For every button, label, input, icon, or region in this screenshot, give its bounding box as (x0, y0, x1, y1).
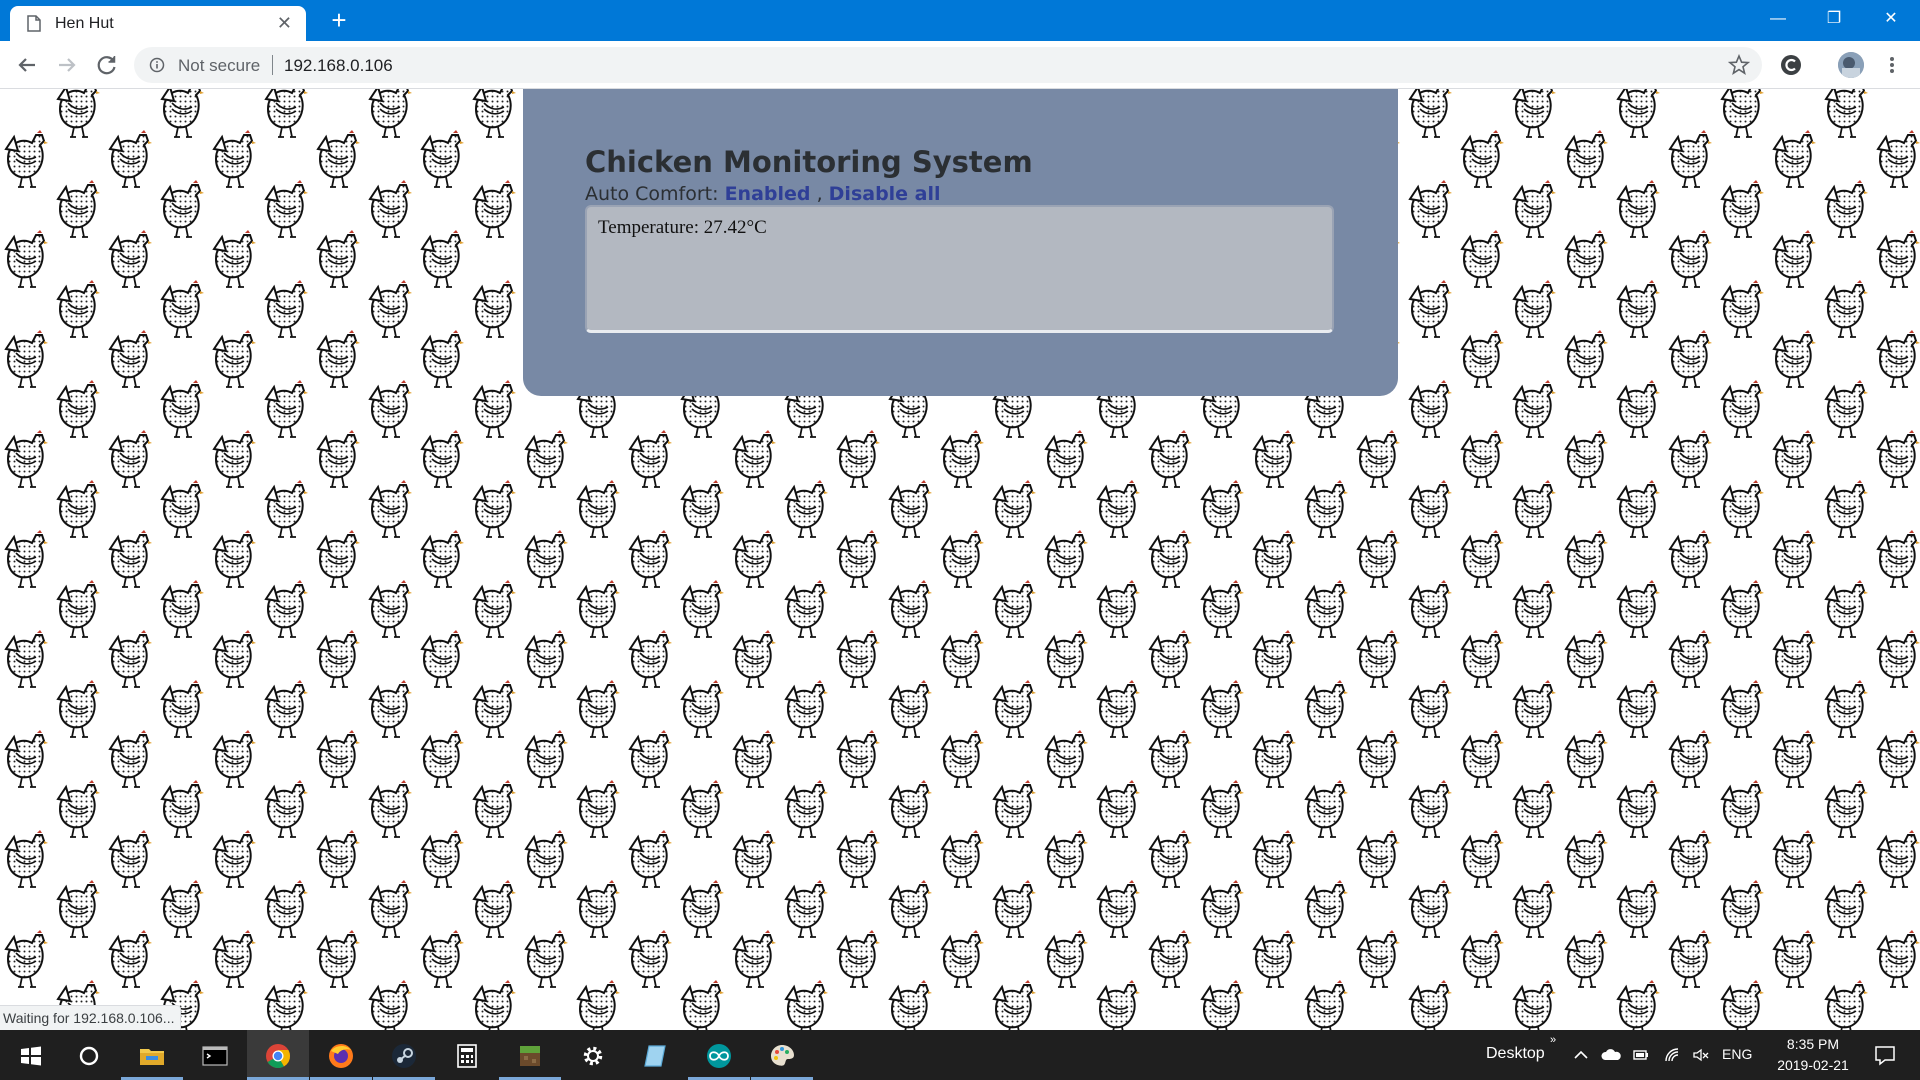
page-title: Chicken Monitoring System (585, 145, 1033, 179)
arduino-icon (707, 1044, 731, 1068)
monitoring-panel: Chicken Monitoring System Auto Comfort: … (523, 89, 1398, 396)
start-button[interactable] (0, 1030, 62, 1080)
profile-avatar[interactable] (1838, 52, 1864, 78)
notepad-icon (644, 1045, 666, 1067)
tab-close-icon[interactable]: ✕ (277, 12, 292, 34)
minimize-button[interactable]: — (1750, 0, 1806, 38)
chrome-button[interactable] (247, 1030, 309, 1080)
browser-toolbar: Not secure 192.168.0.106 (0, 41, 1920, 89)
chrome-icon (266, 1044, 290, 1069)
reload-icon[interactable] (93, 51, 121, 79)
browser-tab[interactable]: Hen Hut ✕ (10, 6, 306, 41)
extension-icon[interactable] (1780, 54, 1802, 76)
steam-icon (392, 1044, 416, 1068)
notification-center-icon[interactable] (1874, 1044, 1896, 1066)
desktop-toolbar-label[interactable]: Desktop (1486, 1045, 1545, 1063)
temperature-text: Temperature: 27.42°C (598, 217, 767, 238)
paint-icon (771, 1045, 794, 1066)
file-explorer-icon (140, 1049, 164, 1065)
clock-time[interactable]: 8:35 PM (1768, 1036, 1858, 1052)
disable-all-link[interactable]: Disable all (829, 183, 941, 205)
calculator-button[interactable] (436, 1030, 498, 1080)
clock-date[interactable]: 2019-02-21 (1768, 1057, 1858, 1073)
security-label[interactable]: Not secure (178, 56, 260, 76)
info-icon[interactable] (149, 57, 165, 73)
new-tab-button[interactable]: + (326, 7, 352, 33)
firefox-icon (329, 1044, 353, 1068)
file-explorer-button[interactable] (121, 1030, 183, 1080)
auto-comfort-row: Auto Comfort: Enabled , Disable all (585, 183, 941, 205)
tab-title: Hen Hut (55, 15, 114, 32)
minecraft-button[interactable] (499, 1030, 561, 1080)
wifi-icon[interactable] (1664, 1047, 1682, 1063)
browser-titlebar: Hen Hut ✕ + — ❐ ✕ (0, 0, 1920, 41)
page-viewport: Chicken Monitoring System Auto Comfort: … (0, 89, 1920, 1030)
close-window-button[interactable]: ✕ (1863, 0, 1919, 38)
url-text[interactable]: 192.168.0.106 (284, 56, 393, 76)
settings-button[interactable] (562, 1030, 624, 1080)
volume-muted-icon[interactable] (1692, 1047, 1710, 1063)
notepad-button[interactable] (625, 1030, 687, 1080)
auto-comfort-label: Auto Comfort: (585, 183, 719, 205)
terminal-button[interactable] (184, 1030, 246, 1080)
steam-button[interactable] (373, 1030, 435, 1080)
tray-overflow-icon[interactable] (1572, 1047, 1590, 1063)
omnibox-divider (272, 55, 273, 75)
status-bubble: Waiting for 192.168.0.106... (0, 1005, 182, 1030)
comfort-separator: , (816, 183, 823, 205)
enabled-link[interactable]: Enabled (725, 183, 811, 205)
battery-icon[interactable] (1632, 1047, 1650, 1063)
language-indicator[interactable]: ENG (1722, 1046, 1752, 1062)
onedrive-icon[interactable] (1600, 1047, 1622, 1063)
cortana-icon (79, 1046, 99, 1066)
gear-icon (583, 1046, 603, 1066)
windows-taskbar: Desktop » ENG 8:35 PM 2019-02-21 (0, 1030, 1920, 1080)
cortana-button[interactable] (58, 1030, 120, 1080)
firefox-button[interactable] (310, 1030, 372, 1080)
start-icon (21, 1046, 41, 1066)
kebab-menu-icon[interactable] (1886, 54, 1898, 76)
terminal-icon (202, 1046, 228, 1066)
back-arrow-icon[interactable] (13, 51, 41, 79)
paint-button[interactable] (751, 1030, 813, 1080)
arduino-button[interactable] (688, 1030, 750, 1080)
minecraft-icon (520, 1046, 540, 1066)
maximize-button[interactable]: ❐ (1806, 0, 1862, 38)
toolbar-chevron-icon[interactable]: » (1550, 1034, 1556, 1046)
temperature-readout-box: Temperature: 27.42°C (585, 205, 1334, 333)
avatar-image (1838, 52, 1864, 78)
page-icon (27, 15, 41, 32)
address-bar[interactable]: Not secure 192.168.0.106 (134, 47, 1762, 83)
bookmark-star-icon[interactable] (1728, 54, 1750, 76)
forward-arrow-icon[interactable] (53, 51, 81, 79)
calculator-icon (457, 1044, 477, 1068)
